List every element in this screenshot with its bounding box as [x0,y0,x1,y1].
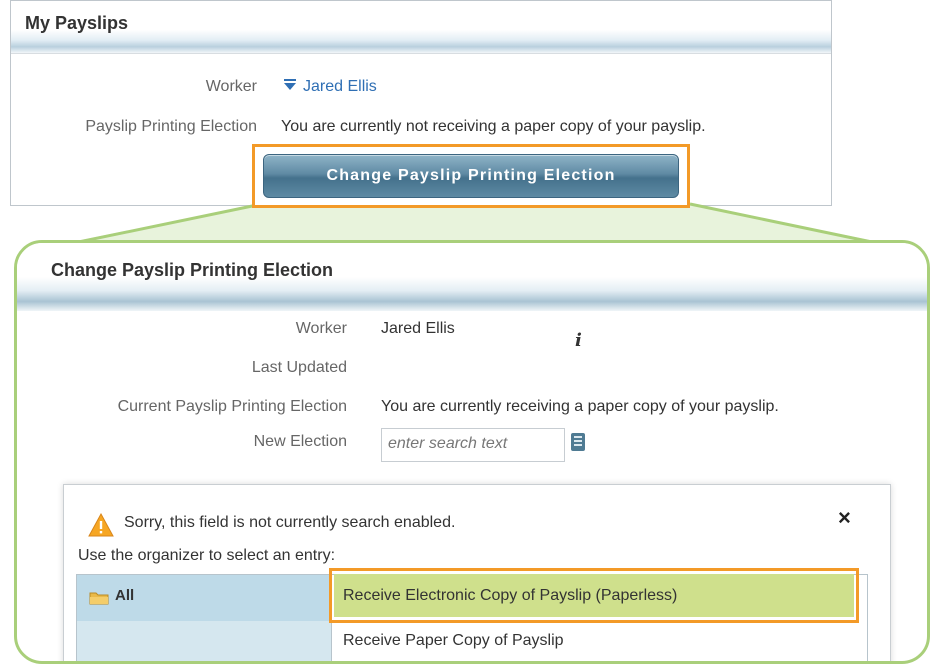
change-election-title: Change Payslip Printing Election [51,260,334,280]
change-payslip-election-button[interactable]: Change Payslip Printing Election [263,154,679,198]
organizer-category-pane: All [77,575,332,661]
info-icon[interactable]: i [575,330,582,351]
search-popup: Sorry, this field is not currently searc… [63,484,891,661]
current-election-value: You are currently receiving a paper copy… [381,398,779,415]
organizer: All Receive Electronic Copy of Payslip (… [76,568,868,661]
close-icon[interactable]: × [838,505,851,531]
option-electronic-label[interactable]: Receive Electronic Copy of Payslip (Pape… [343,587,677,605]
warning-icon [88,513,114,537]
my-payslips-header: My Payslips [11,1,831,54]
worker-label: Worker [205,78,257,95]
organizer-hint: Use the organizer to select an entry: [78,547,336,564]
related-actions-icon[interactable] [283,78,297,92]
category-label: All [115,587,135,604]
change-button-highlight: Change Payslip Printing Election [252,144,690,208]
worker-link[interactable]: Jared Ellis [283,78,377,96]
payslip-election-value: You are currently not receiving a paper … [281,118,706,135]
detail-worker-label: Worker [295,320,347,337]
folder-icon [89,592,109,605]
page-title: My Payslips [25,13,129,33]
category-item-all[interactable]: All [77,575,331,621]
last-updated-label: Last Updated [251,359,347,376]
new-election-label: New Election [253,433,347,450]
new-election-search-input[interactable]: enter search text [381,428,565,462]
current-election-label: Current Payslip Printing Election [117,398,347,415]
detail-worker-value: Jared Ellis [381,320,455,337]
change-election-panel: Change Payslip Printing Election Worker … [14,240,930,664]
option-paper-label[interactable]: Receive Paper Copy of Payslip [343,632,564,650]
change-election-header: Change Payslip Printing Election [17,243,927,311]
payslip-election-label: Payslip Printing Election [85,118,257,135]
worker-name-link[interactable]: Jared Ellis [303,78,377,95]
prompt-list-icon[interactable] [569,432,587,452]
warning-message: Sorry, this field is not currently searc… [124,514,456,531]
